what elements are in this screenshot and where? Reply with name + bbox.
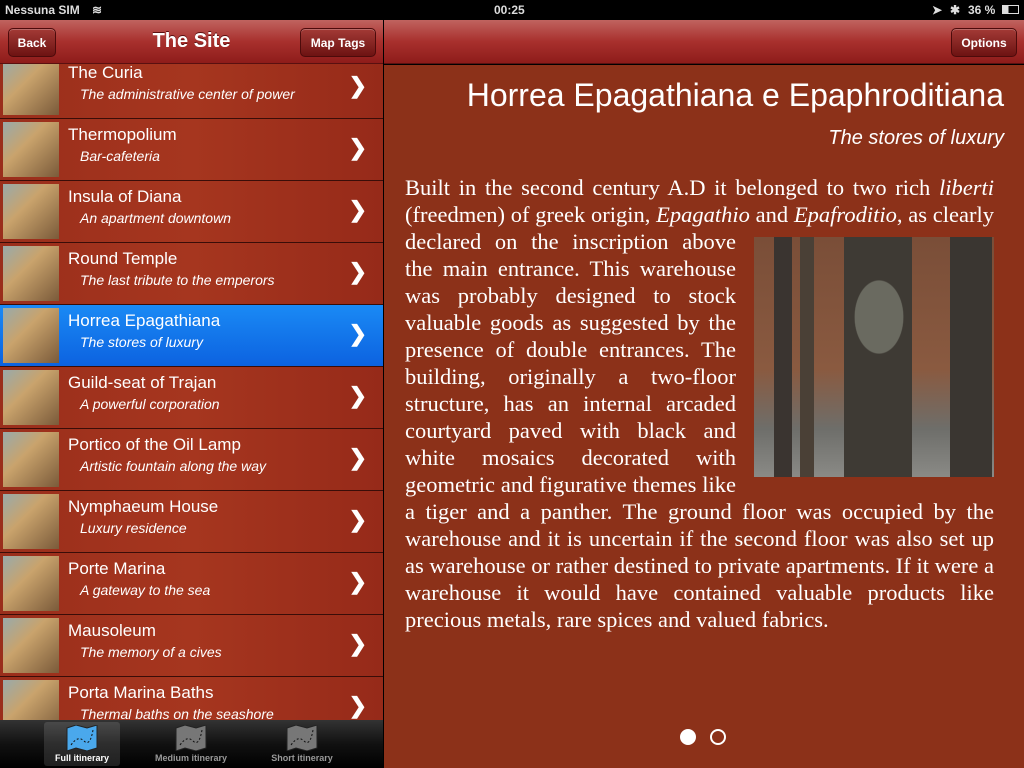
chevron-right-icon: ❯ [348, 197, 367, 222]
text-segment: (freedmen) of greek origin, [405, 202, 657, 227]
chevron-right-icon: ❯ [348, 383, 367, 408]
item-title: Round Temple [68, 249, 178, 268]
text-segment: Built in the second century A.D it belon… [405, 175, 939, 200]
tab-full-itinerary[interactable]: Full itinerary [44, 722, 120, 766]
building-photo [754, 237, 994, 477]
item-title: Horrea Epagathiana [68, 311, 221, 330]
page-control[interactable] [680, 729, 726, 745]
battery-level: 36 % [968, 3, 996, 17]
item-title: Thermopolium [68, 125, 177, 144]
item-title: Porta Marina Baths [68, 683, 214, 702]
map-tags-button[interactable]: Map Tags [300, 28, 376, 57]
chevron-right-icon: ❯ [348, 507, 367, 532]
chevron-right-icon: ❯ [348, 259, 367, 284]
thumbnail [3, 308, 59, 363]
item-subtitle: The memory of a cives [80, 644, 222, 660]
text-segment: Epagathio [656, 202, 750, 227]
list-item[interactable]: Porta Marina Baths Thermal baths on the … [0, 677, 383, 720]
thumbnail [3, 680, 59, 720]
chevron-right-icon: ❯ [348, 73, 367, 98]
item-subtitle: The stores of luxury [80, 334, 203, 350]
text-segment: Epafroditio [793, 202, 897, 227]
thumbnail [3, 370, 59, 425]
page-dot[interactable] [710, 729, 726, 745]
list-item[interactable]: Nymphaeum House Luxury residence ❯ [0, 491, 383, 553]
clock: 00:25 [494, 3, 525, 17]
chevron-right-icon: ❯ [348, 631, 367, 656]
item-title: Mausoleum [68, 621, 156, 640]
thumbnail [3, 64, 59, 115]
item-title: Porte Marina [68, 559, 166, 578]
list-item[interactable]: Guild-seat of Trajan A powerful corporat… [0, 367, 383, 429]
list-item[interactable]: Horrea Epagathiana The stores of luxury … [0, 305, 383, 367]
carrier: Nessuna SIM [5, 3, 80, 17]
chevron-right-icon: ❯ [348, 321, 367, 346]
item-subtitle: Artistic fountain along the way [80, 458, 266, 474]
thumbnail [3, 432, 59, 487]
thumbnail [3, 122, 59, 177]
tab-medium-itinerary[interactable]: Medium itinerary [140, 722, 242, 766]
bluetooth-icon: ✱ [950, 3, 961, 17]
item-title: The Curia [68, 64, 143, 82]
item-subtitle: Thermal baths on the seashore [80, 706, 274, 720]
item-subtitle: Bar-cafeteria [80, 148, 160, 164]
item-subtitle: A gateway to the sea [80, 582, 211, 598]
map-icon [175, 725, 207, 751]
list-item[interactable]: Insula of Diana An apartment downtown ❯ [0, 181, 383, 243]
list-item[interactable]: Thermopolium Bar-cafeteria ❯ [0, 119, 383, 181]
tab-label: Full itinerary [54, 753, 109, 763]
item-subtitle: An apartment downtown [80, 210, 231, 226]
map-icon [66, 725, 98, 751]
list-item[interactable]: Round Temple The last tribute to the emp… [0, 243, 383, 305]
item-title: Insula of Diana [68, 187, 182, 206]
chevron-right-icon: ❯ [348, 693, 367, 718]
master-nav-bar: Back The Site Map Tags [0, 20, 383, 64]
article-title: Horrea Epagathiana e Epaphroditiana [466, 77, 1004, 113]
item-title: Portico of the Oil Lamp [68, 435, 241, 454]
item-title: Guild-seat of Trajan [68, 373, 217, 392]
tab-label: Medium itinerary [154, 753, 228, 763]
list-item[interactable]: Porte Marina A gateway to the sea ❯ [0, 553, 383, 615]
list-item[interactable]: Portico of the Oil Lamp Artistic fountai… [0, 429, 383, 491]
detail-pane: Horrea Epagathiana e Epaphroditiana The … [384, 65, 1024, 768]
wifi-icon: ≋ [92, 3, 103, 17]
item-title: Nymphaeum House [68, 497, 219, 516]
options-button[interactable]: Options [951, 28, 1017, 57]
list-item[interactable]: Mausoleum The memory of a cives ❯ [0, 615, 383, 677]
status-bar: Nessuna SIM ≋ 00:25 ➤ ✱ 36 % [0, 0, 1024, 20]
chevron-right-icon: ❯ [348, 135, 367, 160]
text-segment: liberti [939, 175, 994, 200]
detail-nav-bar: Options [384, 20, 1024, 64]
item-subtitle: The last tribute to the emperors [80, 272, 275, 288]
thumbnail [3, 494, 59, 549]
thumbnail [3, 556, 59, 611]
location-icon: ➤ [932, 3, 943, 17]
chevron-right-icon: ❯ [348, 569, 367, 594]
item-subtitle: The administrative center of power [80, 86, 295, 102]
battery-icon [1002, 5, 1019, 14]
text-segment: and [749, 202, 794, 227]
article-body: Built in the second century A.D it belon… [405, 174, 994, 633]
tab-bar: Full itinerary Medium itinerary Short itin… [0, 720, 383, 768]
thumbnail [3, 184, 59, 239]
site-list[interactable]: The Curia The administrative center of p… [0, 64, 383, 720]
tab-short-itinerary[interactable]: Short itinerary [252, 722, 352, 766]
thumbnail [3, 246, 59, 301]
item-subtitle: Luxury residence [80, 520, 187, 536]
list-item[interactable]: The Curia The administrative center of p… [0, 64, 383, 119]
thumbnail [3, 618, 59, 673]
tab-label: Short itinerary [271, 753, 333, 763]
chevron-right-icon: ❯ [348, 445, 367, 470]
item-subtitle: A powerful corporation [80, 396, 220, 412]
article-subtitle: The stores of luxury [828, 127, 1004, 149]
page-dot[interactable] [680, 729, 696, 745]
map-icon [286, 725, 318, 751]
